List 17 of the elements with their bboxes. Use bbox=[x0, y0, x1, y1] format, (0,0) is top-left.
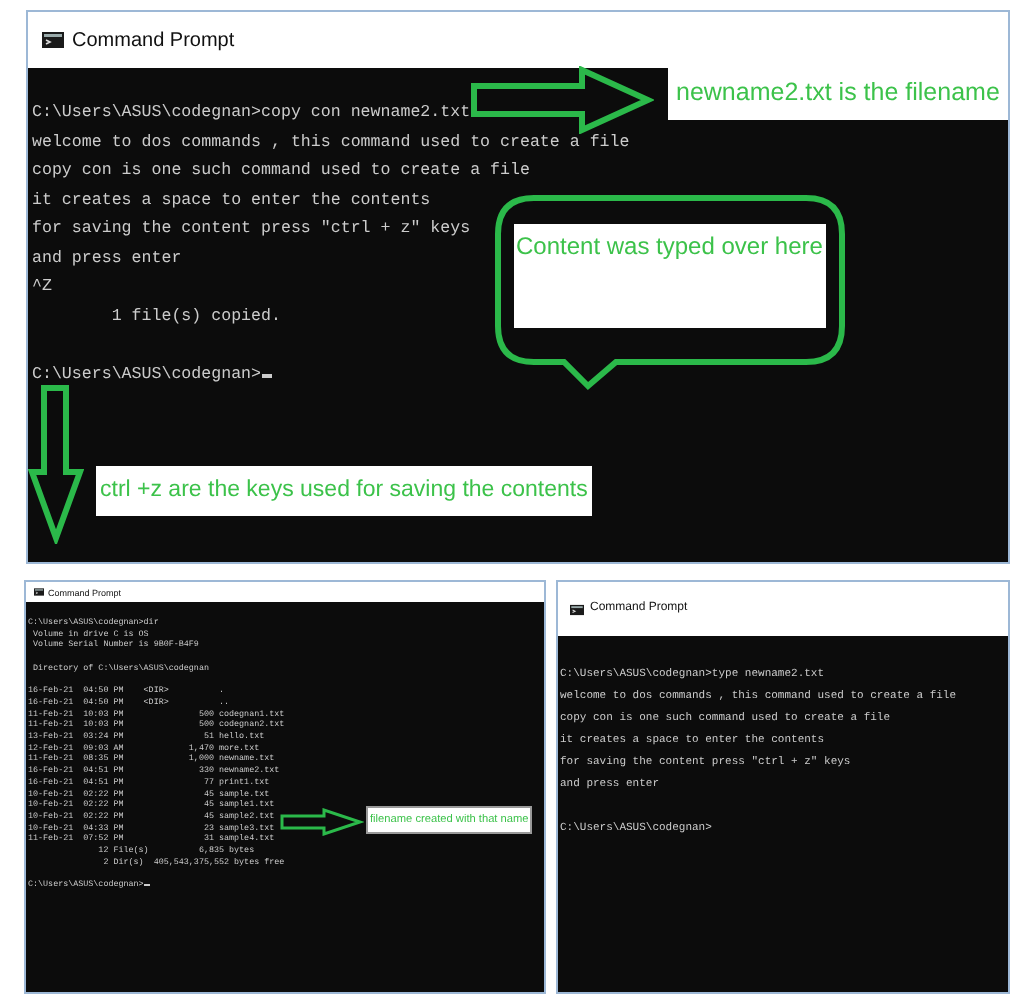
terminal-line: copy con is one such command used to create a file bbox=[32, 160, 530, 184]
callout-label: Content was typed over here bbox=[514, 224, 826, 328]
terminal-line: it creates a space to enter the contents bbox=[32, 189, 431, 213]
terminal-icon bbox=[570, 603, 584, 615]
terminal-icon bbox=[34, 588, 44, 596]
callout-label: ctrl +z are the keys used for saving the contents bbox=[96, 466, 592, 516]
terminal-line: welcome to dos commands , this command used to create a file bbox=[32, 131, 630, 155]
callout-label: newname2.txt is the filename bbox=[668, 66, 1008, 120]
terminal-line: ^Z bbox=[32, 276, 52, 300]
terminal-icon bbox=[42, 32, 64, 48]
terminal-line: C:\Users\ASUS\codegnan>copy con newname2.txt bbox=[32, 102, 471, 126]
terminal-line: 1 file(s) copied. bbox=[109, 305, 281, 329]
terminal-line: and press enter bbox=[32, 247, 182, 271]
terminal-line: C:\Users\ASUS\codegnan> bbox=[32, 361, 272, 390]
window-title: Command Prompt bbox=[72, 27, 235, 55]
terminal-line: for saving the content press "ctrl + z" keys bbox=[32, 218, 471, 242]
callout-arrow bbox=[280, 808, 364, 836]
